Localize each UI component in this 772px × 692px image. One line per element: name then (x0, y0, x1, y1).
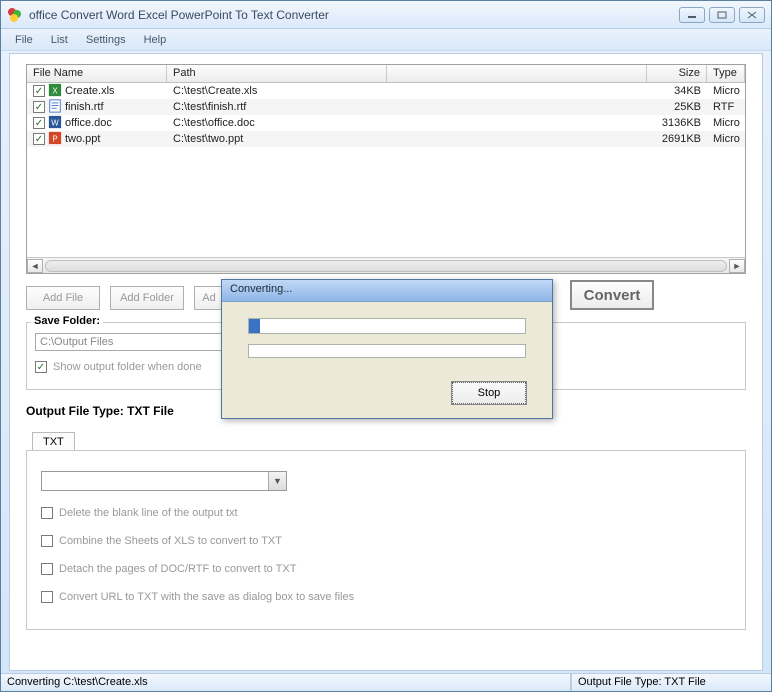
add-file-button[interactable]: Add File (26, 286, 100, 310)
table-header: File Name Path Size Type (27, 65, 745, 83)
file-type-icon (48, 99, 62, 116)
close-button[interactable] (739, 7, 765, 23)
menu-help[interactable]: Help (136, 32, 175, 48)
progress-fill (249, 319, 260, 333)
option-combine-sheets-label: Combine the Sheets of XLS to convert to … (59, 535, 282, 547)
file-type-icon: P (48, 131, 62, 148)
scroll-left-arrow-icon[interactable]: ◄ (27, 259, 43, 273)
tab-row: TXT (32, 432, 75, 451)
table-row[interactable]: ✓ finish.rtf C:\test\finish.rtf 25KBRTF (27, 99, 745, 115)
convert-button[interactable]: Convert (570, 280, 654, 310)
main-window: office Convert Word Excel PowerPoint To … (0, 0, 772, 692)
show-output-checkbox[interactable]: ✓ (35, 361, 47, 373)
stop-button[interactable]: Stop (452, 382, 526, 404)
option-delete-blank-row: ✓ Delete the blank line of the output tx… (41, 507, 238, 519)
status-right: Output File Type: TXT File (571, 674, 771, 691)
horizontal-scrollbar[interactable]: ◄ ► (27, 257, 745, 273)
minimize-icon (687, 11, 697, 19)
file-name: finish.rtf (65, 101, 104, 113)
file-path: C:\test\office.doc (167, 117, 387, 129)
menu-list[interactable]: List (43, 32, 76, 48)
minimize-button[interactable] (679, 7, 705, 23)
app-icon (7, 7, 23, 23)
option-combine-sheets-row: ✓ Combine the Sheets of XLS to convert t… (41, 535, 282, 547)
action-buttons: Add File Add Folder Ad (26, 286, 224, 310)
dialog-title: Converting... (222, 280, 552, 302)
option-convert-url-label: Convert URL to TXT with the save as dial… (59, 591, 354, 603)
row-checkbox[interactable]: ✓ (33, 101, 45, 113)
show-output-checkbox-row: ✓ Show output folder when done (35, 361, 202, 373)
row-checkbox[interactable]: ✓ (33, 117, 45, 129)
file-name: office.doc (65, 117, 112, 129)
menubar: File List Settings Help (1, 29, 771, 51)
add-folder-button[interactable]: Add Folder (110, 286, 184, 310)
file-name: Create.xls (65, 85, 115, 97)
output-type-label: Output File Type: TXT File (26, 404, 174, 418)
option-detach-pages-label: Detach the pages of DOC/RTF to convert t… (59, 563, 296, 575)
scroll-track[interactable] (45, 260, 727, 272)
titlebar: office Convert Word Excel PowerPoint To … (1, 1, 771, 29)
file-name: two.ppt (65, 133, 100, 145)
options-group: ▼ ✓ Delete the blank line of the output … (26, 450, 746, 630)
table-row[interactable]: ✓ Woffice.doc C:\test\office.doc 3136KBMicr… (27, 115, 745, 131)
option-detach-pages-row: ✓ Detach the pages of DOC/RTF to convert… (41, 563, 296, 575)
file-size: 34KB (647, 85, 707, 97)
svg-text:W: W (51, 118, 59, 127)
window-controls (679, 7, 765, 23)
svg-text:X: X (52, 86, 58, 95)
col-header-filename[interactable]: File Name (27, 65, 167, 82)
menu-file[interactable]: File (7, 32, 41, 48)
option-convert-url-checkbox[interactable]: ✓ (41, 591, 53, 603)
file-type: Micro (707, 133, 745, 145)
converting-dialog: Converting... Stop (221, 279, 553, 419)
file-table: File Name Path Size Type ✓ X Create.xls C:\… (26, 64, 746, 274)
close-icon (747, 11, 757, 19)
col-header-size[interactable]: Size (647, 65, 707, 82)
progress-bar-secondary (248, 344, 526, 358)
file-size: 25KB (647, 101, 707, 113)
show-output-label: Show output folder when done (53, 361, 202, 373)
option-delete-blank-label: Delete the blank line of the output txt (59, 507, 238, 519)
save-folder-input[interactable] (35, 333, 225, 351)
file-path: C:\test\two.ppt (167, 133, 387, 145)
status-left: Converting C:\test\Create.xls (1, 674, 571, 691)
maximize-button[interactable] (709, 7, 735, 23)
scroll-right-arrow-icon[interactable]: ► (729, 259, 745, 273)
svg-text:P: P (52, 134, 57, 143)
file-type: RTF (707, 101, 745, 113)
option-convert-url-row: ✓ Convert URL to TXT with the save as di… (41, 591, 354, 603)
statusbar: Converting C:\test\Create.xls Output Fil… (1, 673, 771, 691)
file-path: C:\test\finish.rtf (167, 101, 387, 113)
file-type-icon: X (48, 83, 62, 100)
table-row[interactable]: ✓ Ptwo.ppt C:\test\two.ppt 2691KBMicro (27, 131, 745, 147)
table-body: ✓XCreate.xlsC:\test\Create.xls34KBMicro✓… (27, 83, 745, 147)
progress-bar-primary (248, 318, 526, 334)
row-checkbox[interactable]: ✓ (33, 133, 45, 145)
col-header-spacer[interactable] (387, 65, 647, 82)
save-folder-label: Save Folder: (31, 315, 103, 327)
app-title: office Convert Word Excel PowerPoint To … (29, 8, 679, 22)
file-type: Micro (707, 117, 745, 129)
option-detach-pages-checkbox[interactable]: ✓ (41, 563, 53, 575)
option-combine-sheets-checkbox[interactable]: ✓ (41, 535, 53, 547)
file-size: 2691KB (647, 133, 707, 145)
col-header-path[interactable]: Path (167, 65, 387, 82)
col-header-type[interactable]: Type (707, 65, 745, 82)
file-type-icon: W (48, 115, 62, 132)
add-button-partial[interactable]: Ad (194, 286, 224, 310)
file-type: Micro (707, 85, 745, 97)
options-dropdown[interactable]: ▼ (41, 471, 287, 491)
maximize-icon (717, 11, 727, 19)
tab-txt[interactable]: TXT (32, 432, 75, 451)
file-size: 3136KB (647, 117, 707, 129)
table-row[interactable]: ✓ X Create.xls C:\test\Create.xls 34KBMicro (27, 83, 745, 99)
option-delete-blank-checkbox[interactable]: ✓ (41, 507, 53, 519)
file-path: C:\test\Create.xls (167, 85, 387, 97)
row-checkbox[interactable]: ✓ (33, 85, 45, 97)
chevron-down-icon[interactable]: ▼ (268, 472, 286, 490)
menu-settings[interactable]: Settings (78, 32, 134, 48)
